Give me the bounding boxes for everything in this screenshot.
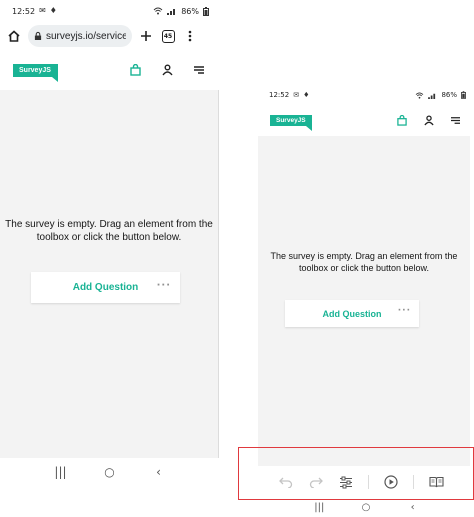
toolbar-highlight-box — [238, 447, 474, 500]
home-icon — [8, 30, 20, 42]
menu-button[interactable] — [191, 62, 207, 78]
empty-survey-message: The survey is empty. Drag an element fro… — [5, 219, 213, 243]
hamburger-icon — [451, 116, 460, 124]
more-vertical-icon — [188, 30, 192, 42]
home-nav-button[interactable]: ○ — [98, 465, 122, 479]
alert-icon: ♦ — [49, 6, 57, 15]
hamburger-icon — [194, 66, 204, 74]
question-type-menu-button[interactable]: ··· — [398, 306, 411, 316]
status-bar: 12:52 ✉ ♦ 86% — [0, 0, 219, 22]
add-question-card: Add Question ··· — [285, 300, 419, 327]
tab-count: 45 — [161, 29, 175, 43]
left-phone-screen: 12:52 ✉ ♦ 86% surveyjs.io/service/e 45 — [0, 0, 219, 486]
battery-icon — [461, 91, 466, 99]
menu-button[interactable] — [449, 114, 462, 127]
user-icon — [423, 115, 434, 125]
status-time: 12:52 — [12, 6, 36, 16]
cart-button[interactable] — [127, 62, 143, 78]
home-button[interactable] — [6, 28, 22, 44]
app-header: SurveyJS — [0, 50, 219, 90]
surveyjs-logo[interactable]: SurveyJS — [13, 63, 58, 82]
empty-survey-message: The survey is empty. Drag an element fro… — [270, 251, 458, 273]
browser-menu-button[interactable] — [182, 28, 198, 44]
add-question-button[interactable]: Add Question — [323, 309, 382, 319]
user-icon — [161, 64, 173, 76]
app-header: SurveyJS — [258, 106, 474, 134]
back-button[interactable]: ‹ — [147, 465, 171, 479]
battery-level: 86% — [181, 6, 199, 16]
status-bar: 12:52 ✉ ♦ 86% — [258, 86, 474, 104]
alert-icon: ♦ — [303, 90, 310, 99]
add-question-card: Add Question ··· — [31, 272, 180, 303]
signal-icon — [428, 93, 436, 99]
lock-icon — [34, 31, 42, 40]
wifi-icon — [153, 7, 163, 15]
cart-button[interactable] — [395, 114, 408, 127]
battery-icon — [203, 6, 209, 16]
battery-level: 86% — [441, 91, 457, 99]
survey-design-surface: The survey is empty. Drag an element fro… — [258, 136, 470, 466]
system-nav-bar: ||| ○ ‹ — [0, 458, 219, 486]
browser-toolbar: surveyjs.io/service/e 45 — [0, 22, 219, 50]
question-type-menu-button[interactable]: ··· — [157, 280, 171, 291]
surveyjs-logo[interactable]: SurveyJS — [270, 114, 312, 131]
wifi-icon — [416, 91, 424, 99]
shopping-bag-icon — [129, 64, 141, 76]
recents-button[interactable]: ||| — [307, 502, 331, 513]
survey-design-surface: The survey is empty. Drag an element fro… — [0, 90, 219, 458]
account-button[interactable] — [422, 114, 435, 127]
recents-button[interactable]: ||| — [49, 465, 73, 479]
signal-icon — [167, 9, 176, 15]
shopping-bag-icon — [396, 114, 407, 126]
new-tab-button[interactable] — [138, 28, 154, 44]
message-icon: ✉ — [39, 6, 46, 15]
account-button[interactable] — [159, 62, 175, 78]
back-button[interactable]: ‹ — [401, 502, 425, 513]
system-nav-bar: ||| ○ ‹ — [258, 498, 474, 517]
status-time: 12:52 — [269, 91, 290, 99]
plus-icon — [141, 31, 151, 41]
add-question-button[interactable]: Add Question — [73, 282, 139, 293]
url-text: surveyjs.io/service/e — [46, 30, 126, 42]
home-nav-button[interactable]: ○ — [354, 502, 378, 513]
message-icon: ✉ — [293, 90, 300, 99]
address-bar[interactable]: surveyjs.io/service/e — [28, 25, 132, 47]
tab-switcher-button[interactable]: 45 — [160, 28, 176, 44]
